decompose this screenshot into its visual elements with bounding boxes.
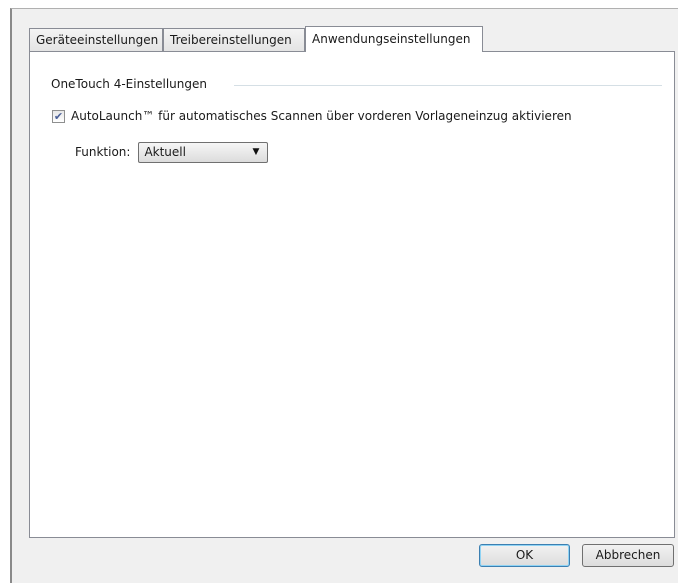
tab-label: Anwendungseinstellungen: [312, 32, 471, 46]
tab-label: Treibereinstellungen: [170, 33, 292, 47]
checkmark-icon: ✔: [53, 109, 64, 123]
tab-geraeteeinstellungen[interactable]: Geräteeinstellungen: [29, 28, 163, 51]
function-select[interactable]: Aktuell ▼: [138, 141, 269, 163]
group-title: OneTouch 4-Einstellungen: [51, 77, 215, 91]
tab-label: Geräteeinstellungen: [36, 33, 159, 47]
group-divider: [234, 85, 662, 86]
function-selected-value: Aktuell: [144, 145, 186, 159]
function-label: Funktion:: [75, 145, 131, 159]
autolaunch-label[interactable]: AutoLaunch™ für automatisches Scannen üb…: [71, 109, 572, 123]
function-row: Funktion: Aktuell ▼: [75, 141, 269, 163]
settings-dialog: Geräteeinstellungen Treibereinstellungen…: [10, 8, 678, 583]
tab-panel: OneTouch 4-Einstellungen ✔ AutoLaunch™ f…: [29, 51, 675, 538]
tab-treibereinstellungen[interactable]: Treibereinstellungen: [163, 28, 305, 51]
onetouch-group: OneTouch 4-Einstellungen: [46, 77, 662, 91]
cancel-button[interactable]: Abbrechen: [582, 544, 674, 567]
autolaunch-checkbox[interactable]: ✔: [52, 109, 65, 123]
autolaunch-option[interactable]: ✔ AutoLaunch™ für automatisches Scannen …: [52, 108, 572, 124]
ok-button[interactable]: OK: [479, 544, 570, 567]
tab-anwendungseinstellungen[interactable]: Anwendungseinstellungen: [305, 26, 483, 52]
chevron-down-icon: ▼: [252, 147, 260, 157]
tab-strip: Geräteeinstellungen Treibereinstellungen…: [29, 26, 669, 52]
